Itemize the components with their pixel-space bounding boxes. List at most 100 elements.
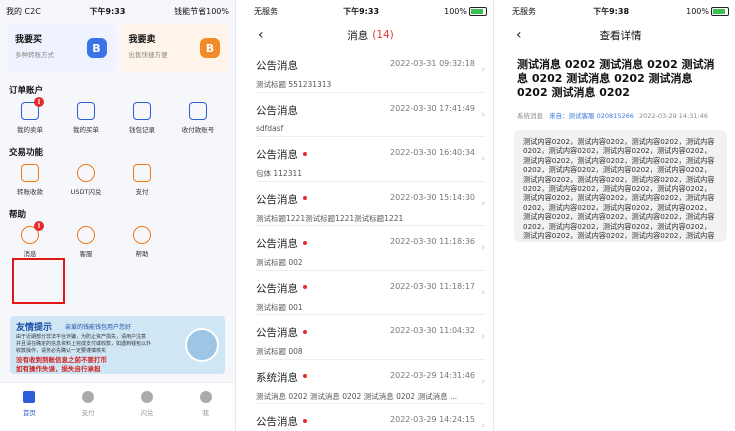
message-title-wrap: 公告消息: [256, 54, 298, 73]
message-date: 2022-03-30 15:14:30: [390, 192, 475, 202]
wallet-records-label: 钱包记录: [129, 126, 155, 134]
message-item[interactable]: 公告消息 2022-03-30 15:14:30 测试标题1221测试标题1221测…: [256, 182, 485, 226]
transfer-icon: [21, 164, 39, 182]
customer-service-label: 客服: [79, 250, 93, 258]
screenshot-collage: 我的 C2C 下午9:33 钱能节省100% 我要买 多种转账方式 B 我要卖 …: [0, 0, 735, 431]
message-item[interactable]: 公告消息 2022-03-30 17:41:49 sdfdasf ›: [256, 93, 485, 137]
transfer-receive[interactable]: 转账收款: [2, 164, 58, 196]
message-title: 公告消息: [256, 104, 298, 117]
wallet-record-icon: [133, 102, 151, 120]
chevron-right-icon: ›: [481, 376, 485, 387]
message-item[interactable]: 系统消息 2022-03-29 14:31:46 测试消息 0202 测试消息 02…: [256, 360, 485, 404]
message-item[interactable]: 公告消息 2022-03-30 16:40:34 包体 112311 ›: [256, 137, 485, 182]
unread-dot: [303, 196, 307, 200]
pay[interactable]: 支付: [114, 164, 170, 196]
unread-dot: [303, 285, 307, 289]
lightbulb-icon: [133, 226, 151, 244]
message-item[interactable]: 公告消息 2022-03-30 11:18:36 测试标题 002 ›: [256, 226, 485, 271]
sell-card[interactable]: 我要卖 出售快捷方便 B: [120, 24, 228, 72]
message-item[interactable]: 公告消息 2022-03-30 11:04:32 测试标题 008 ›: [256, 315, 485, 360]
wallet-records[interactable]: 钱包记录: [114, 102, 170, 134]
message-item[interactable]: 公告消息 2022-03-30 11:18:17 测试标题 001 ›: [256, 271, 485, 315]
message-date: 2022-03-30 16:40:34: [390, 148, 475, 157]
banner-line: 收款操作，请务必先确认一定要谨慎核实: [16, 348, 107, 354]
my-sell-orders[interactable]: ! 我的卖单: [2, 97, 58, 134]
unread-dot: [303, 329, 307, 334]
carrier-text: 无服务: [512, 6, 536, 16]
message-title: 系统消息: [256, 371, 298, 384]
alert-badge: !: [34, 97, 44, 107]
unread-dot: [303, 418, 307, 423]
message-title: 公告消息: [256, 149, 298, 161]
page-title: 查看详情: [599, 29, 642, 42]
help-entry[interactable]: 帮助: [114, 226, 170, 258]
shield-coin-icon: [185, 328, 219, 362]
message-row-header: 公告消息 2022-03-30 11:18:17: [256, 277, 485, 296]
my-buy-orders[interactable]: 我的买单: [58, 102, 114, 134]
message-row-header: 公告消息 2022-03-30 11:04:32: [256, 321, 485, 340]
chevron-right-icon: ›: [481, 421, 485, 431]
message-body: 测试内容0202，测试内容0202，测试内容0202，测试内容0202，测试内容…: [514, 130, 727, 242]
tab-swap[interactable]: 闪兑: [118, 383, 177, 431]
chevron-right-icon: ›: [481, 332, 485, 342]
message-date: 2022-03-29 14:31:46: [638, 112, 708, 120]
messages-entry[interactable]: ! 消息: [2, 221, 58, 258]
quick-actions: 我要买 多种转账方式 B 我要卖 出售快捷方便 B: [0, 22, 235, 72]
status-bar: 无服务 下午9:38 100%: [506, 0, 735, 22]
message-item[interactable]: 公告消息 2022-03-31 09:32:18 测试标题 551231313 ›: [256, 48, 485, 93]
status-bar: 无服务 下午9:33 100%: [248, 0, 493, 22]
card-icon: [189, 102, 207, 120]
user-icon: [199, 391, 212, 403]
message-item[interactable]: 公告消息 2022-03-29 14:24:15 ›: [256, 404, 485, 431]
message-row-header: 公告消息 2022-03-30 17:41:49: [256, 99, 485, 118]
message-date: 2022-03-31 09:32:18: [390, 59, 475, 68]
unread-dot: [303, 151, 307, 156]
trade-grid: 转账收款 USDT闪兑 支付: [0, 164, 235, 196]
buy-card[interactable]: 我要买 多种转账方式 B: [7, 24, 115, 72]
battery-status: 100%: [686, 6, 729, 16]
message-title-wrap: 公告消息: [256, 232, 307, 251]
message-title-wrap: 公告消息: [256, 143, 307, 162]
message-title: 公告消息: [256, 60, 298, 72]
page-title: 消息: [347, 29, 369, 42]
transfer-receive-label: 转账收款: [17, 188, 43, 196]
banner-warning: 如有操作失误，损失自行承担: [16, 365, 101, 373]
back-icon[interactable]: ‹: [258, 27, 264, 43]
bell-icon: !: [21, 221, 44, 244]
bottom-tab-bar: 首页 支付 闪兑 我: [0, 382, 235, 431]
notice-banner[interactable]: 友情提示 亲爱的钱能钱包用户您好 由于近期部分非法平台诈骗，为防止资产损失，请用…: [10, 316, 225, 374]
lightning-icon: [77, 164, 95, 182]
status-time: 下午9:33: [89, 6, 126, 16]
unread-dot: [303, 374, 307, 378]
message-date: 2022-03-29 14:24:15: [390, 415, 475, 424]
pay-label: 支付: [135, 188, 149, 196]
usdt-swap[interactable]: USDT闪兑: [58, 164, 114, 196]
tab-home[interactable]: 首页: [0, 383, 59, 431]
tab-me[interactable]: 我: [176, 383, 235, 431]
message-date: 2022-03-30 11:18:17: [390, 281, 475, 291]
tab-me-label: 我: [202, 409, 209, 417]
back-icon[interactable]: ‹: [516, 27, 522, 43]
chevron-right-icon: ›: [481, 65, 485, 75]
messages-badge: !: [34, 221, 44, 231]
highlight-box: [12, 258, 65, 304]
message-row-header: 公告消息 2022-03-30 16:40:34: [256, 143, 485, 162]
message-row-header: 公告消息 2022-03-31 09:32:18: [256, 54, 485, 73]
message-row-header: 系统消息 2022-03-29 14:31:46: [256, 366, 485, 385]
barcode-icon: [133, 164, 151, 182]
message-preview: 测试标题 551231313: [256, 80, 332, 89]
payment-accounts[interactable]: 收付款账号: [170, 102, 226, 134]
message-preview: 测试消息 0202 测试消息 0202 测试消息 0202 测试消息 ...: [256, 391, 458, 401]
message-preview: 测试标题 008: [256, 347, 303, 356]
status-time: 下午9:38: [593, 6, 630, 16]
swap-icon: [140, 391, 153, 403]
message-title-wrap: 公告消息: [256, 321, 307, 340]
customer-service[interactable]: 客服: [58, 226, 114, 258]
app-label: 我的 C2C: [6, 6, 41, 16]
battery-status: 100%: [444, 6, 487, 16]
nav-bar: ‹ 消息 (14): [248, 22, 493, 48]
banner-subtitle: 亲爱的钱能钱包用户您好: [65, 324, 132, 331]
banner-title: 友情提示: [16, 323, 53, 333]
status-bar: 我的 C2C 下午9:33 钱能节省100%: [0, 0, 235, 22]
tab-pay[interactable]: 支付: [59, 383, 118, 431]
